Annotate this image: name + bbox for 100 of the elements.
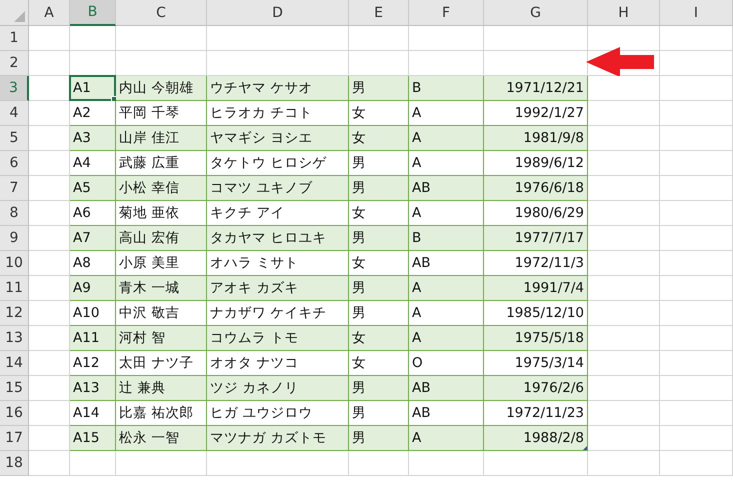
table-cell[interactable]: 武藤 広重 [116,151,207,176]
table-cell[interactable] [588,26,660,51]
table-cell[interactable] [660,176,733,201]
table-cell[interactable] [29,251,70,276]
table-cell[interactable]: A [409,276,484,301]
table-cell[interactable]: コウムラ トモ [207,326,349,351]
row-header[interactable]: 3 [0,76,29,101]
table-cell[interactable]: A [409,301,484,326]
table-cell[interactable] [29,26,70,51]
table-cell[interactable]: A13 [70,376,116,401]
table-cell[interactable]: 1980/6/29 [484,201,588,226]
table-cell[interactable]: 1971/12/21 [484,76,588,101]
table-cell[interactable]: B [409,226,484,251]
table-cell[interactable]: 男 [349,401,409,426]
table-cell[interactable]: 女 [349,251,409,276]
table-cell[interactable] [484,26,588,51]
table-cell[interactable] [29,426,70,451]
table-cell[interactable]: 山岸 佳江 [116,126,207,151]
table-cell[interactable]: A12 [70,351,116,376]
table-cell[interactable]: 男 [349,226,409,251]
table-cell[interactable]: A9 [70,276,116,301]
table-cell[interactable] [29,401,70,426]
table-cell[interactable]: AB [409,176,484,201]
table-cell[interactable]: B [409,76,484,101]
table-cell[interactable]: A6 [70,201,116,226]
table-cell[interactable]: 1977/7/17 [484,226,588,251]
table-cell[interactable]: A5 [70,176,116,201]
table-cell[interactable]: 1975/3/14 [484,351,588,376]
table-cell[interactable] [29,51,70,76]
table-cell[interactable] [29,151,70,176]
table-cell[interactable]: 内山 今朝雄 [116,76,207,101]
table-cell[interactable] [207,51,349,76]
table-cell[interactable] [660,151,733,176]
table-cell[interactable] [29,326,70,351]
table-cell[interactable] [588,101,660,126]
table-cell[interactable] [660,376,733,401]
row-header[interactable]: 10 [0,251,29,276]
table-cell[interactable] [660,126,733,151]
row-header[interactable]: 8 [0,201,29,226]
table-cell[interactable] [349,51,409,76]
column-header[interactable]: F [409,0,484,26]
table-cell[interactable]: 辻 兼典 [116,376,207,401]
table-cell[interactable] [207,26,349,51]
table-cell[interactable]: A15 [70,426,116,451]
row-header[interactable]: 5 [0,126,29,151]
table-cell[interactable]: A [409,126,484,151]
table-cell[interactable]: コマツ ユキノブ [207,176,349,201]
table-cell[interactable]: O [409,351,484,376]
table-cell[interactable] [29,351,70,376]
table-cell[interactable] [588,301,660,326]
table-cell[interactable] [588,226,660,251]
column-header[interactable]: H [588,0,660,26]
table-cell[interactable] [29,451,70,476]
table-cell[interactable]: ヒガ ユウジロウ [207,401,349,426]
table-cell[interactable]: A10 [70,301,116,326]
table-cell[interactable] [660,76,733,101]
table-cell[interactable]: ヤマギシ ヨシエ [207,126,349,151]
table-cell[interactable]: 1972/11/23 [484,401,588,426]
table-cell[interactable] [660,351,733,376]
table-cell[interactable]: 1988/2/8 [484,426,588,451]
row-header[interactable]: 4 [0,101,29,126]
table-cell[interactable] [588,176,660,201]
table-cell[interactable]: 男 [349,426,409,451]
table-cell[interactable]: アオキ カズキ [207,276,349,301]
table-cell[interactable]: AB [409,251,484,276]
table-cell[interactable] [29,126,70,151]
table-cell[interactable]: 平岡 千琴 [116,101,207,126]
row-header[interactable]: 18 [0,451,29,476]
table-cell[interactable] [588,201,660,226]
table-cell[interactable] [409,26,484,51]
table-cell[interactable]: 1976/6/18 [484,176,588,201]
table-cell[interactable] [588,426,660,451]
table-cell[interactable]: 菊地 亜依 [116,201,207,226]
table-cell[interactable] [588,376,660,401]
table-cell[interactable]: A7 [70,226,116,251]
table-cell[interactable]: 男 [349,301,409,326]
table-cell[interactable] [660,26,733,51]
table-cell[interactable]: A [409,326,484,351]
table-cell[interactable]: 女 [349,201,409,226]
table-cell[interactable] [29,201,70,226]
table-cell[interactable]: ツジ カネノリ [207,376,349,401]
table-cell[interactable] [588,76,660,101]
table-cell[interactable] [409,451,484,476]
table-cell[interactable]: 松永 一智 [116,426,207,451]
table-cell[interactable]: 女 [349,351,409,376]
table-cell[interactable] [588,251,660,276]
table-cell[interactable]: 女 [349,101,409,126]
table-cell[interactable]: 男 [349,376,409,401]
table-cell[interactable] [588,401,660,426]
table-cell[interactable]: A11 [70,326,116,351]
table-cell[interactable]: A2 [70,101,116,126]
table-cell[interactable] [484,451,588,476]
row-header[interactable]: 7 [0,176,29,201]
table-cell[interactable]: 太田 ナツ子 [116,351,207,376]
table-cell[interactable]: AB [409,376,484,401]
table-cell[interactable] [660,276,733,301]
column-header[interactable]: B [70,0,116,26]
table-cell[interactable] [349,451,409,476]
table-cell[interactable] [588,151,660,176]
table-cell[interactable] [660,201,733,226]
